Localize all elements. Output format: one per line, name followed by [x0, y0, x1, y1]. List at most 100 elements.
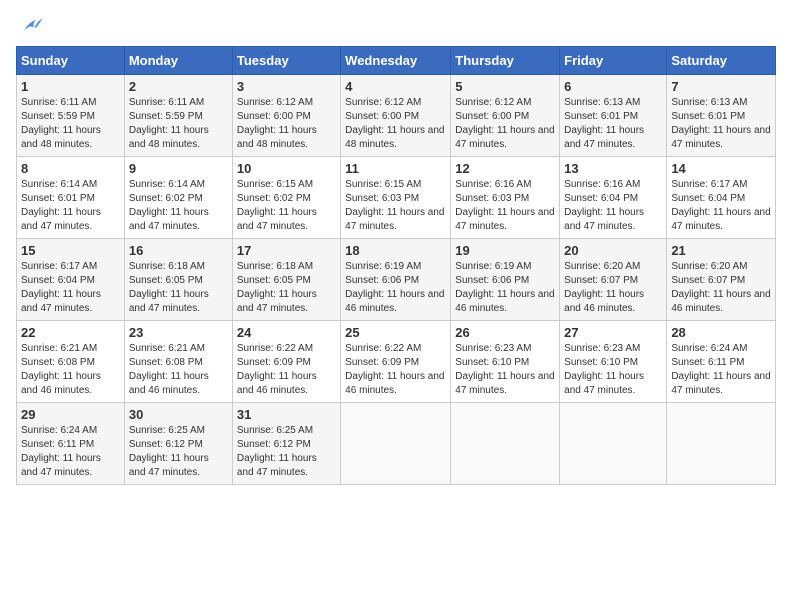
calendar-week-row: 1 Sunrise: 6:11 AM Sunset: 5:59 PM Dayli…	[17, 75, 776, 157]
day-detail: Sunrise: 6:25 AM Sunset: 6:12 PM Dayligh…	[129, 424, 228, 480]
day-number: 16	[129, 243, 228, 258]
page-header	[16, 16, 776, 36]
day-detail: Sunrise: 6:11 AM Sunset: 5:59 PM Dayligh…	[129, 96, 228, 152]
calendar-cell: 21 Sunrise: 6:20 AM Sunset: 6:07 PM Dayl…	[667, 239, 776, 321]
day-detail: Sunrise: 6:16 AM Sunset: 6:04 PM Dayligh…	[564, 178, 662, 234]
day-detail: Sunrise: 6:15 AM Sunset: 6:02 PM Dayligh…	[237, 178, 336, 234]
day-detail: Sunrise: 6:18 AM Sunset: 6:05 PM Dayligh…	[129, 260, 228, 316]
day-detail: Sunrise: 6:14 AM Sunset: 6:02 PM Dayligh…	[129, 178, 228, 234]
logo	[16, 16, 46, 36]
calendar-cell: 15 Sunrise: 6:17 AM Sunset: 6:04 PM Dayl…	[17, 239, 125, 321]
calendar-cell: 20 Sunrise: 6:20 AM Sunset: 6:07 PM Dayl…	[560, 239, 667, 321]
day-number: 20	[564, 243, 662, 258]
day-detail: Sunrise: 6:20 AM Sunset: 6:07 PM Dayligh…	[671, 260, 771, 316]
calendar-cell: 1 Sunrise: 6:11 AM Sunset: 5:59 PM Dayli…	[17, 75, 125, 157]
day-number: 25	[345, 325, 446, 340]
day-detail: Sunrise: 6:15 AM Sunset: 6:03 PM Dayligh…	[345, 178, 446, 234]
calendar-cell: 18 Sunrise: 6:19 AM Sunset: 6:06 PM Dayl…	[341, 239, 451, 321]
calendar-cell: 5 Sunrise: 6:12 AM Sunset: 6:00 PM Dayli…	[451, 75, 560, 157]
calendar-header-row: SundayMondayTuesdayWednesdayThursdayFrid…	[17, 47, 776, 75]
day-detail: Sunrise: 6:13 AM Sunset: 6:01 PM Dayligh…	[671, 96, 771, 152]
day-number: 30	[129, 407, 228, 422]
day-number: 6	[564, 79, 662, 94]
calendar-cell: 12 Sunrise: 6:16 AM Sunset: 6:03 PM Dayl…	[451, 157, 560, 239]
day-detail: Sunrise: 6:11 AM Sunset: 5:59 PM Dayligh…	[21, 96, 120, 152]
day-number: 14	[671, 161, 771, 176]
calendar-cell	[667, 403, 776, 485]
calendar-cell: 24 Sunrise: 6:22 AM Sunset: 6:09 PM Dayl…	[232, 321, 340, 403]
day-number: 5	[455, 79, 555, 94]
day-detail: Sunrise: 6:21 AM Sunset: 6:08 PM Dayligh…	[129, 342, 228, 398]
day-number: 23	[129, 325, 228, 340]
day-detail: Sunrise: 6:18 AM Sunset: 6:05 PM Dayligh…	[237, 260, 336, 316]
day-number: 4	[345, 79, 446, 94]
day-number: 29	[21, 407, 120, 422]
weekday-header: Saturday	[667, 47, 776, 75]
calendar-cell: 8 Sunrise: 6:14 AM Sunset: 6:01 PM Dayli…	[17, 157, 125, 239]
calendar-cell: 31 Sunrise: 6:25 AM Sunset: 6:12 PM Dayl…	[232, 403, 340, 485]
calendar-week-row: 8 Sunrise: 6:14 AM Sunset: 6:01 PM Dayli…	[17, 157, 776, 239]
calendar-cell: 13 Sunrise: 6:16 AM Sunset: 6:04 PM Dayl…	[560, 157, 667, 239]
calendar-cell: 11 Sunrise: 6:15 AM Sunset: 6:03 PM Dayl…	[341, 157, 451, 239]
day-detail: Sunrise: 6:24 AM Sunset: 6:11 PM Dayligh…	[671, 342, 771, 398]
calendar-cell: 9 Sunrise: 6:14 AM Sunset: 6:02 PM Dayli…	[124, 157, 232, 239]
calendar-cell: 19 Sunrise: 6:19 AM Sunset: 6:06 PM Dayl…	[451, 239, 560, 321]
calendar-week-row: 15 Sunrise: 6:17 AM Sunset: 6:04 PM Dayl…	[17, 239, 776, 321]
day-number: 3	[237, 79, 336, 94]
day-detail: Sunrise: 6:23 AM Sunset: 6:10 PM Dayligh…	[455, 342, 555, 398]
day-detail: Sunrise: 6:19 AM Sunset: 6:06 PM Dayligh…	[345, 260, 446, 316]
day-number: 26	[455, 325, 555, 340]
day-detail: Sunrise: 6:23 AM Sunset: 6:10 PM Dayligh…	[564, 342, 662, 398]
day-number: 13	[564, 161, 662, 176]
weekday-header: Monday	[124, 47, 232, 75]
calendar-cell: 23 Sunrise: 6:21 AM Sunset: 6:08 PM Dayl…	[124, 321, 232, 403]
day-number: 27	[564, 325, 662, 340]
day-number: 31	[237, 407, 336, 422]
weekday-header: Tuesday	[232, 47, 340, 75]
day-detail: Sunrise: 6:12 AM Sunset: 6:00 PM Dayligh…	[455, 96, 555, 152]
day-number: 10	[237, 161, 336, 176]
day-detail: Sunrise: 6:12 AM Sunset: 6:00 PM Dayligh…	[237, 96, 336, 152]
day-number: 11	[345, 161, 446, 176]
calendar-cell: 25 Sunrise: 6:22 AM Sunset: 6:09 PM Dayl…	[341, 321, 451, 403]
day-number: 12	[455, 161, 555, 176]
day-detail: Sunrise: 6:22 AM Sunset: 6:09 PM Dayligh…	[345, 342, 446, 398]
day-detail: Sunrise: 6:19 AM Sunset: 6:06 PM Dayligh…	[455, 260, 555, 316]
day-detail: Sunrise: 6:16 AM Sunset: 6:03 PM Dayligh…	[455, 178, 555, 234]
day-number: 9	[129, 161, 228, 176]
day-number: 18	[345, 243, 446, 258]
weekday-header: Thursday	[451, 47, 560, 75]
calendar-table: SundayMondayTuesdayWednesdayThursdayFrid…	[16, 46, 776, 485]
calendar-cell: 28 Sunrise: 6:24 AM Sunset: 6:11 PM Dayl…	[667, 321, 776, 403]
calendar-cell: 29 Sunrise: 6:24 AM Sunset: 6:11 PM Dayl…	[17, 403, 125, 485]
day-detail: Sunrise: 6:14 AM Sunset: 6:01 PM Dayligh…	[21, 178, 120, 234]
day-detail: Sunrise: 6:24 AM Sunset: 6:11 PM Dayligh…	[21, 424, 120, 480]
calendar-cell: 14 Sunrise: 6:17 AM Sunset: 6:04 PM Dayl…	[667, 157, 776, 239]
calendar-cell: 4 Sunrise: 6:12 AM Sunset: 6:00 PM Dayli…	[341, 75, 451, 157]
weekday-header: Wednesday	[341, 47, 451, 75]
day-detail: Sunrise: 6:13 AM Sunset: 6:01 PM Dayligh…	[564, 96, 662, 152]
calendar-cell	[560, 403, 667, 485]
day-number: 28	[671, 325, 771, 340]
weekday-header: Sunday	[17, 47, 125, 75]
calendar-week-row: 22 Sunrise: 6:21 AM Sunset: 6:08 PM Dayl…	[17, 321, 776, 403]
day-number: 21	[671, 243, 771, 258]
day-number: 2	[129, 79, 228, 94]
calendar-cell: 10 Sunrise: 6:15 AM Sunset: 6:02 PM Dayl…	[232, 157, 340, 239]
calendar-cell: 2 Sunrise: 6:11 AM Sunset: 5:59 PM Dayli…	[124, 75, 232, 157]
day-number: 8	[21, 161, 120, 176]
day-number: 15	[21, 243, 120, 258]
calendar-week-row: 29 Sunrise: 6:24 AM Sunset: 6:11 PM Dayl…	[17, 403, 776, 485]
day-number: 22	[21, 325, 120, 340]
day-detail: Sunrise: 6:12 AM Sunset: 6:00 PM Dayligh…	[345, 96, 446, 152]
calendar-cell: 6 Sunrise: 6:13 AM Sunset: 6:01 PM Dayli…	[560, 75, 667, 157]
calendar-cell: 7 Sunrise: 6:13 AM Sunset: 6:01 PM Dayli…	[667, 75, 776, 157]
calendar-cell: 22 Sunrise: 6:21 AM Sunset: 6:08 PM Dayl…	[17, 321, 125, 403]
calendar-cell: 3 Sunrise: 6:12 AM Sunset: 6:00 PM Dayli…	[232, 75, 340, 157]
weekday-header: Friday	[560, 47, 667, 75]
calendar-cell	[341, 403, 451, 485]
calendar-cell	[451, 403, 560, 485]
logo-bird-icon	[20, 16, 44, 36]
day-detail: Sunrise: 6:20 AM Sunset: 6:07 PM Dayligh…	[564, 260, 662, 316]
day-number: 1	[21, 79, 120, 94]
